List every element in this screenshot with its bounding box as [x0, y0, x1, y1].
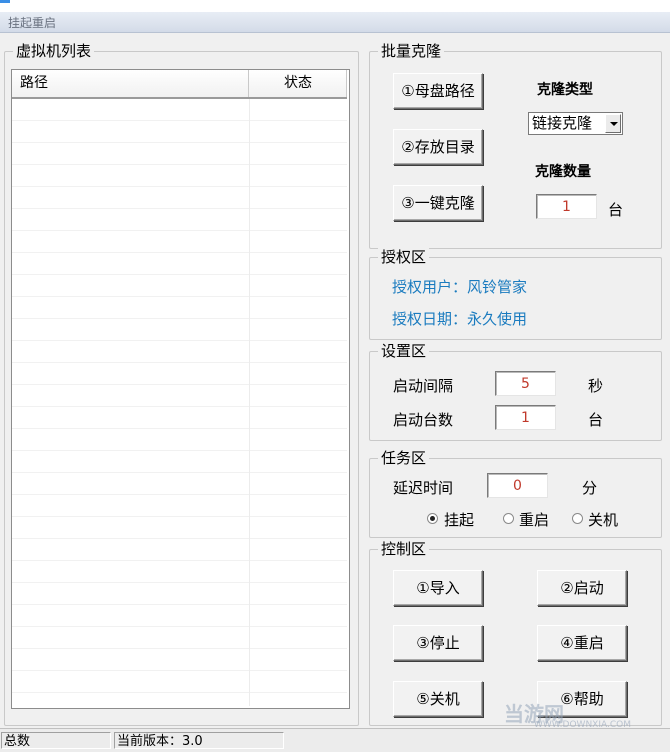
- status-version: 当前版本：3.0: [114, 732, 284, 749]
- master-path-button[interactable]: ①母盘路径: [393, 73, 483, 109]
- clone-type-label: 克隆类型: [537, 82, 593, 98]
- task-legend: 任务区: [378, 448, 430, 468]
- radio-shutdown[interactable]: [572, 513, 583, 524]
- start-interval-label: 启动间隔: [393, 377, 454, 395]
- column-header-status[interactable]: 状态: [250, 70, 347, 97]
- status-total: 总数: [1, 732, 111, 749]
- title-bar: 挂起重启: [0, 12, 670, 33]
- top-edge: [0, 0, 670, 12]
- radio-suspend-label[interactable]: 挂起: [444, 509, 474, 530]
- one-click-clone-button[interactable]: ③一键克隆: [393, 185, 483, 221]
- radio-restart-label[interactable]: 重启: [519, 509, 549, 530]
- auth-date-text: 授权日期：永久使用: [392, 310, 528, 328]
- import-button[interactable]: ①导入: [393, 570, 483, 606]
- restart-button[interactable]: ④重启: [537, 625, 627, 661]
- radio-suspend[interactable]: [427, 513, 438, 524]
- start-interval-input[interactable]: 5: [495, 371, 556, 396]
- stop-button[interactable]: ③停止: [393, 625, 483, 661]
- clone-type-value: 链接克隆: [532, 114, 593, 132]
- vm-list-table[interactable]: 路径 状态: [11, 69, 350, 709]
- settings-legend: 设置区: [378, 341, 430, 361]
- vm-list-header: 路径 状态: [12, 70, 347, 99]
- clone-type-select[interactable]: 链接克隆: [528, 112, 623, 135]
- vm-list-body[interactable]: [12, 99, 347, 706]
- chevron-down-icon[interactable]: [605, 114, 621, 133]
- auth-legend: 授权区: [378, 247, 430, 267]
- window-title: 挂起重启: [8, 16, 57, 30]
- delay-time-input[interactable]: 0: [487, 473, 548, 498]
- watermark-logo: 当游网 WWW.DOWNXIA.COM: [464, 698, 669, 730]
- start-count-input[interactable]: 1: [495, 405, 556, 430]
- radio-restart[interactable]: [503, 513, 514, 524]
- radio-shutdown-label[interactable]: 关机: [588, 509, 618, 530]
- column-divider: [249, 99, 250, 706]
- top-accent: [0, 0, 10, 3]
- start-count-unit: 台: [588, 411, 604, 429]
- status-bar: 总数 当前版本：3.0: [0, 728, 670, 752]
- start-count-label: 启动台数: [393, 411, 454, 429]
- start-button[interactable]: ②启动: [537, 570, 627, 606]
- start-interval-unit: 秒: [588, 377, 604, 395]
- batch-clone-legend: 批量克隆: [378, 41, 445, 61]
- storage-dir-button[interactable]: ②存放目录: [393, 129, 483, 165]
- control-legend: 控制区: [378, 539, 430, 559]
- column-header-path[interactable]: 路径: [12, 70, 249, 97]
- vm-list-legend: 虚拟机列表: [13, 41, 95, 61]
- clone-count-unit: 台: [608, 201, 624, 219]
- clone-count-input[interactable]: 1: [536, 194, 597, 219]
- delay-time-label: 延迟时间: [393, 479, 454, 497]
- clone-count-label: 克隆数量: [535, 164, 591, 180]
- delay-time-unit: 分: [582, 479, 598, 497]
- auth-user-text: 授权用户：风铃管家: [392, 278, 528, 296]
